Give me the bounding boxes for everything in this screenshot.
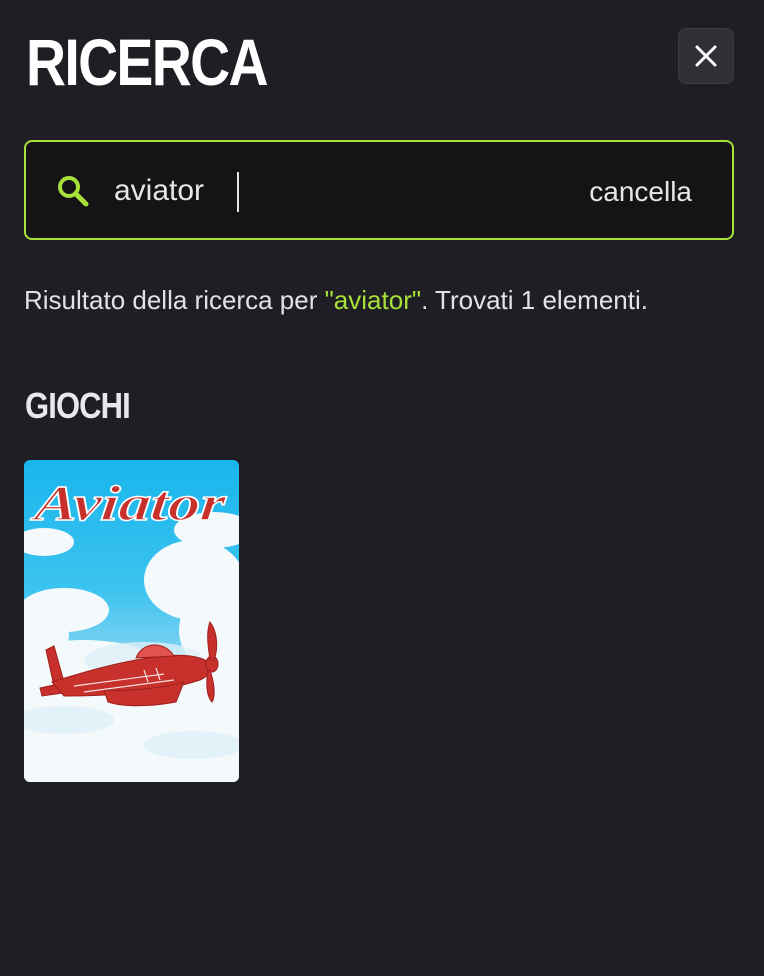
games-section-title: GIOCHI xyxy=(25,385,131,426)
page-title: RICERCA xyxy=(26,25,268,99)
game-logo-text: Aviator xyxy=(29,475,229,531)
close-icon xyxy=(694,44,718,68)
text-cursor xyxy=(237,172,239,212)
aviator-thumbnail: Aviator xyxy=(24,474,239,782)
game-card-aviator[interactable]: Aviator xyxy=(24,460,239,782)
clear-search-button[interactable]: cancella xyxy=(589,172,692,212)
result-prefix: Risultato della ricerca per xyxy=(24,285,325,315)
search-icon xyxy=(56,174,90,208)
result-suffix: . Trovati 1 elementi. xyxy=(421,285,648,315)
search-input[interactable] xyxy=(114,168,534,214)
search-page: RICERCA cancella Risultato della ricerca… xyxy=(0,0,764,976)
search-result-summary: Risultato della ricerca per "aviator". T… xyxy=(24,282,648,318)
search-box: cancella xyxy=(24,140,734,240)
result-query: "aviator" xyxy=(324,285,422,315)
close-button[interactable] xyxy=(678,28,734,84)
